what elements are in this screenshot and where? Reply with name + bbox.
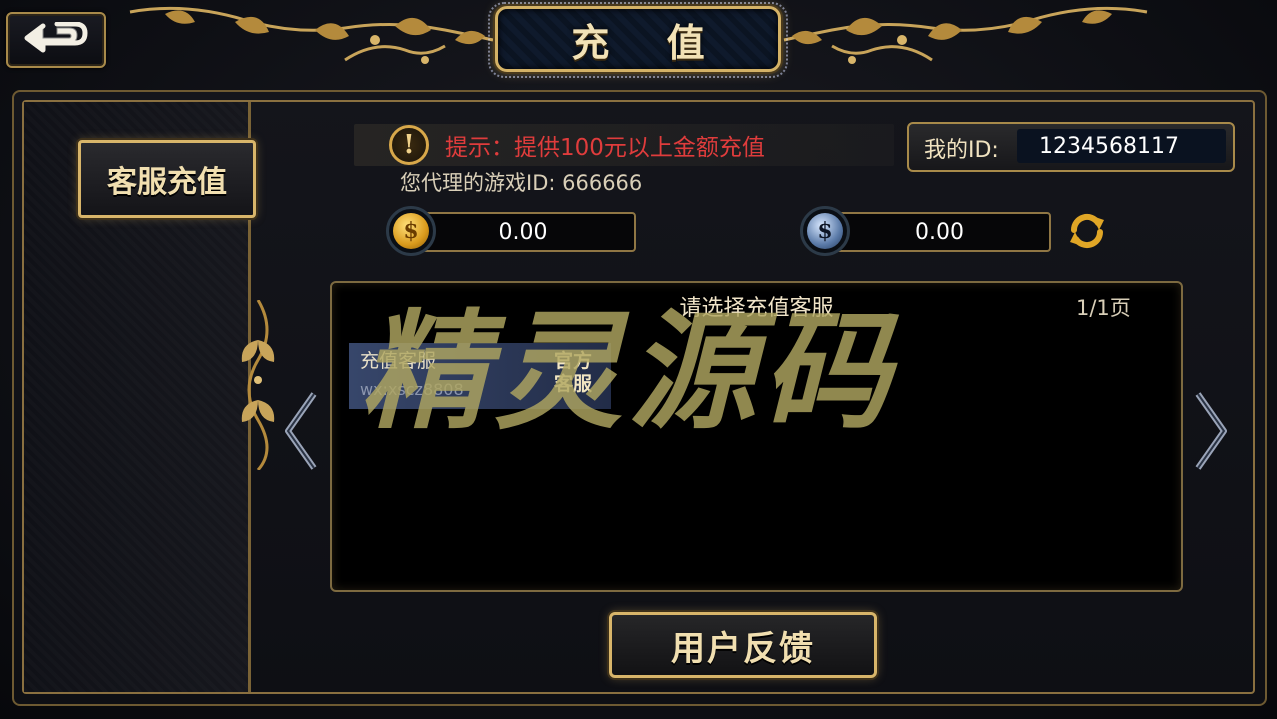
my-id-label: 我的ID: xyxy=(924,138,999,163)
sidebar-item-label: 客服充值 xyxy=(107,165,227,200)
dollar-coin-icon: $ xyxy=(800,206,850,256)
service-item-wechat: wx:xscz8808 xyxy=(360,380,464,399)
chevron-right-icon[interactable] xyxy=(1190,390,1232,472)
divider-ornament xyxy=(241,300,275,470)
official-service-badge: 官方客服 xyxy=(553,350,592,395)
silver-balance-value: 0.00 xyxy=(915,219,964,245)
agent-game-id: 您代理的游戏ID: 666666 xyxy=(400,171,643,195)
feedback-label: 用户反馈 xyxy=(671,628,815,669)
service-list-panel xyxy=(330,281,1183,592)
silver-balance-field: 0.00 xyxy=(828,212,1051,252)
my-id-value-box: 1234568117 xyxy=(1017,129,1226,163)
page-title: 充 值 xyxy=(571,19,727,65)
hint-text: 提示：提供100元以上金额充值 xyxy=(445,135,765,161)
refresh-icon[interactable] xyxy=(1066,210,1108,252)
header-ornament-right xyxy=(783,6,1148,64)
gold-balance-field: 0.00 xyxy=(410,212,636,252)
feedback-button[interactable]: 用户反馈 xyxy=(609,612,877,678)
exclamation-icon: ! xyxy=(389,125,429,165)
title-plate: 充 值 xyxy=(495,6,781,72)
back-button[interactable] xyxy=(6,12,106,68)
list-title: 请选择充值客服 xyxy=(679,296,834,321)
sidebar-item-customer-recharge[interactable]: 客服充值 xyxy=(78,140,256,218)
gold-coin-icon: $ xyxy=(386,206,436,256)
service-item-title: 充值客服 xyxy=(360,350,437,372)
chevron-left-icon[interactable] xyxy=(280,390,322,472)
page-indicator: 1/1页 xyxy=(1076,296,1131,320)
back-arrow-icon xyxy=(24,22,88,53)
header-ornament-left xyxy=(129,6,494,64)
gold-balance-value: 0.00 xyxy=(498,219,548,245)
my-id-value: 1234568117 xyxy=(1039,133,1179,159)
